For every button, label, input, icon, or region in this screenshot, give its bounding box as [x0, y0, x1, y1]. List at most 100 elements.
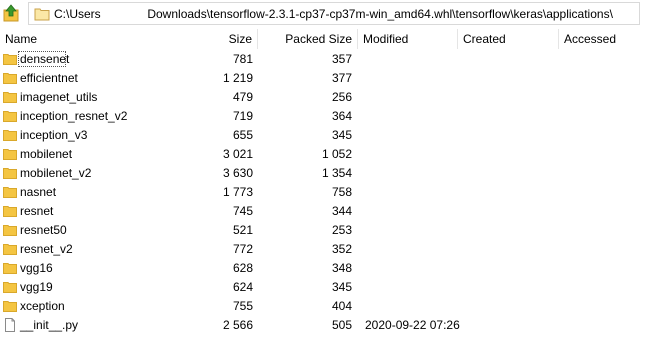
file-size: 3 021	[222, 147, 253, 161]
file-modified	[365, 221, 460, 240]
file-size: 755	[232, 299, 253, 313]
file-name: densenet	[20, 52, 70, 66]
path-bar: C:\Users Downloads\tensorflow-2.3.1-cp37…	[0, 0, 645, 28]
file-icon	[5, 318, 15, 332]
column-created-header[interactable]: Created	[458, 29, 559, 49]
file-size: 745	[232, 204, 253, 218]
list-item[interactable]: resnet 745 344	[0, 202, 645, 221]
file-packed-size: 352	[331, 242, 352, 256]
file-size: 1 773	[222, 185, 253, 199]
list-item[interactable]: mobilenet 3 021 1 052	[0, 145, 645, 164]
list-item[interactable]: inception_resnet_v2 719 364	[0, 107, 645, 126]
folder-icon	[3, 130, 17, 141]
file-modified	[365, 145, 460, 164]
list-item[interactable]: resnet50 521 253	[0, 221, 645, 240]
folder-icon	[3, 225, 17, 236]
file-modified	[365, 126, 460, 145]
list-item[interactable]: vgg19 624 345	[0, 278, 645, 297]
folder-icon	[3, 54, 17, 65]
file-modified	[365, 107, 460, 126]
list-item[interactable]: vgg16 628 348	[0, 259, 645, 278]
parent-folder-up-icon[interactable]	[3, 4, 19, 22]
file-size: 772	[232, 242, 253, 256]
file-size: 624	[232, 280, 253, 294]
file-packed-size: 364	[331, 109, 352, 123]
list-item[interactable]: __init__.py 2 566 505 2020-09-22 07:26	[0, 316, 645, 335]
file-list: densenet 781 357 efficientnet 1 219 377 …	[0, 50, 645, 335]
file-name: nasnet	[20, 185, 57, 199]
file-size: 655	[232, 128, 253, 142]
file-modified	[365, 88, 460, 107]
path-input[interactable]: C:\Users Downloads\tensorflow-2.3.1-cp37…	[28, 2, 640, 25]
file-packed-size: 357	[331, 52, 352, 66]
folder-icon	[3, 187, 17, 198]
file-packed-size: 345	[331, 280, 352, 294]
list-item[interactable]: nasnet 1 773 758	[0, 183, 645, 202]
file-name: mobilenet	[20, 147, 73, 161]
file-size: 2 566	[222, 318, 253, 332]
file-size: 521	[232, 223, 253, 237]
column-size-header[interactable]: Size	[175, 29, 258, 49]
folder-icon	[3, 301, 17, 312]
file-name: efficientnet	[20, 71, 78, 85]
list-item[interactable]: densenet 781 357	[0, 50, 645, 69]
column-name-header[interactable]: Name	[0, 29, 175, 49]
folder-icon	[3, 111, 17, 122]
file-size: 628	[232, 261, 253, 275]
column-packed-size-header[interactable]: Packed Size	[258, 29, 358, 49]
file-name: vgg16	[20, 261, 53, 275]
folder-icon	[3, 92, 17, 103]
folder-icon	[3, 73, 17, 84]
file-modified	[365, 164, 460, 183]
file-name: resnet_v2	[20, 242, 73, 256]
file-modified	[365, 259, 460, 278]
file-name: __init__.py	[20, 318, 79, 332]
folder-icon	[3, 149, 17, 160]
column-modified-header[interactable]: Modified	[358, 29, 458, 49]
file-packed-size: 344	[331, 204, 352, 218]
file-name: mobilenet_v2	[20, 166, 92, 180]
folder-icon	[3, 206, 17, 217]
file-packed-size: 1 354	[321, 166, 352, 180]
file-name: xception	[20, 299, 65, 313]
file-size: 781	[232, 52, 253, 66]
path-value: C:\Users Downloads\tensorflow-2.3.1-cp37…	[54, 7, 613, 21]
file-modified	[365, 297, 460, 316]
folder-icon	[3, 263, 17, 274]
file-packed-size: 404	[331, 299, 352, 313]
file-packed-size: 253	[331, 223, 352, 237]
file-modified	[365, 240, 460, 259]
file-name: vgg19	[20, 280, 53, 294]
file-name: inception_v3	[20, 128, 88, 142]
file-packed-size: 256	[331, 90, 352, 104]
list-item[interactable]: inception_v3 655 345	[0, 126, 645, 145]
file-packed-size: 758	[331, 185, 352, 199]
file-size: 3 630	[222, 166, 253, 180]
list-item[interactable]: resnet_v2 772 352	[0, 240, 645, 259]
file-modified	[365, 50, 460, 69]
file-packed-size: 345	[331, 128, 352, 142]
folder-icon	[3, 244, 17, 255]
column-accessed-header[interactable]: Accessed	[559, 29, 645, 49]
folder-icon	[3, 168, 17, 179]
file-packed-size: 505	[331, 318, 352, 332]
file-name: inception_resnet_v2	[20, 109, 128, 123]
folder-icon	[3, 282, 17, 293]
file-packed-size: 348	[331, 261, 352, 275]
file-modified	[365, 278, 460, 297]
file-modified	[365, 202, 460, 221]
file-size: 719	[232, 109, 253, 123]
file-packed-size: 377	[331, 71, 352, 85]
file-modified	[365, 183, 460, 202]
file-name: resnet50	[20, 223, 67, 237]
file-packed-size: 1 052	[321, 147, 352, 161]
file-name: resnet	[20, 204, 54, 218]
list-item[interactable]: mobilenet_v2 3 630 1 354	[0, 164, 645, 183]
file-size: 479	[232, 90, 253, 104]
folder-icon	[34, 8, 50, 21]
column-header: Name Size Packed Size Modified Created A…	[0, 29, 645, 49]
list-item[interactable]: imagenet_utils 479 256	[0, 88, 645, 107]
file-modified	[365, 69, 460, 88]
list-item[interactable]: xception 755 404	[0, 297, 645, 316]
list-item[interactable]: efficientnet 1 219 377	[0, 69, 645, 88]
